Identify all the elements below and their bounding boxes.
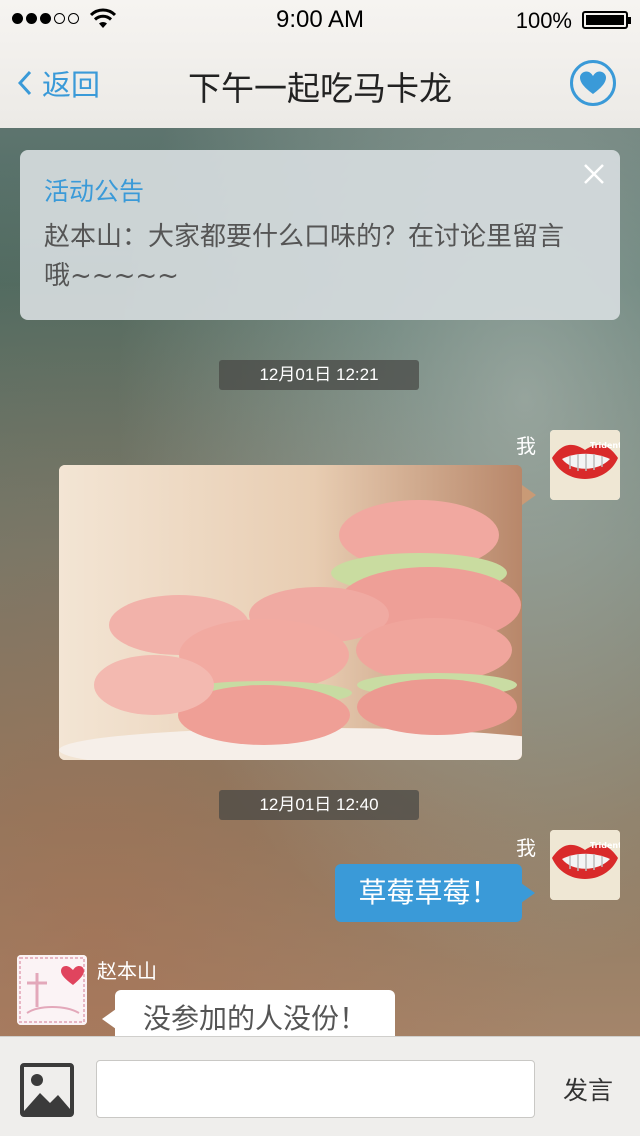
image-bubble-tail bbox=[522, 485, 536, 505]
avatar[interactable]: Trident bbox=[550, 830, 620, 900]
avatar[interactable]: Trident bbox=[550, 430, 620, 500]
top-bar: 9:00 AM 100% 返回 下午一起吃马卡龙 bbox=[0, 0, 640, 128]
status-bar: 9:00 AM 100% bbox=[0, 0, 640, 40]
send-button[interactable]: 发言 bbox=[548, 1071, 628, 1107]
close-icon[interactable] bbox=[582, 162, 606, 186]
lips-avatar-icon: Trident bbox=[550, 830, 620, 900]
heart-icon bbox=[580, 71, 606, 94]
battery-icon bbox=[582, 11, 631, 29]
avatar[interactable] bbox=[17, 955, 87, 1025]
sender-name: 我 bbox=[516, 434, 536, 458]
pink-heart-avatar-icon bbox=[17, 955, 87, 1025]
input-bar: 发言 bbox=[0, 1036, 640, 1136]
message-timestamp: 12月01日 12:40 bbox=[219, 790, 419, 820]
sender-name: 赵本山 bbox=[97, 959, 157, 983]
macarons-photo bbox=[59, 465, 522, 760]
announcement-title: 活动公告 bbox=[44, 177, 145, 206]
svg-text:Trident: Trident bbox=[590, 441, 620, 450]
lips-avatar-icon: Trident bbox=[550, 430, 620, 500]
sender-name: 我 bbox=[516, 836, 536, 860]
page-title: 下午一起吃马卡龙 bbox=[188, 69, 452, 108]
announcement-banner: 活动公告 赵本山：大家都要什么口味的？在讨论里留言哦~~~~~ bbox=[20, 150, 620, 320]
favorite-button[interactable] bbox=[570, 60, 616, 106]
svg-text:Trident: Trident bbox=[590, 841, 620, 850]
chat-bubble-outgoing[interactable]: 草莓草莓！ bbox=[335, 864, 535, 922]
announcement-text: 赵本山：大家都要什么口味的？在讨论里留言哦~~~~~ bbox=[44, 222, 565, 291]
battery-percentage: 100% bbox=[515, 8, 572, 33]
image-message[interactable] bbox=[59, 465, 522, 760]
image-picker-icon[interactable] bbox=[20, 1063, 74, 1117]
message-input[interactable] bbox=[96, 1060, 535, 1118]
message-timestamp: 12月01日 12:21 bbox=[219, 360, 419, 390]
